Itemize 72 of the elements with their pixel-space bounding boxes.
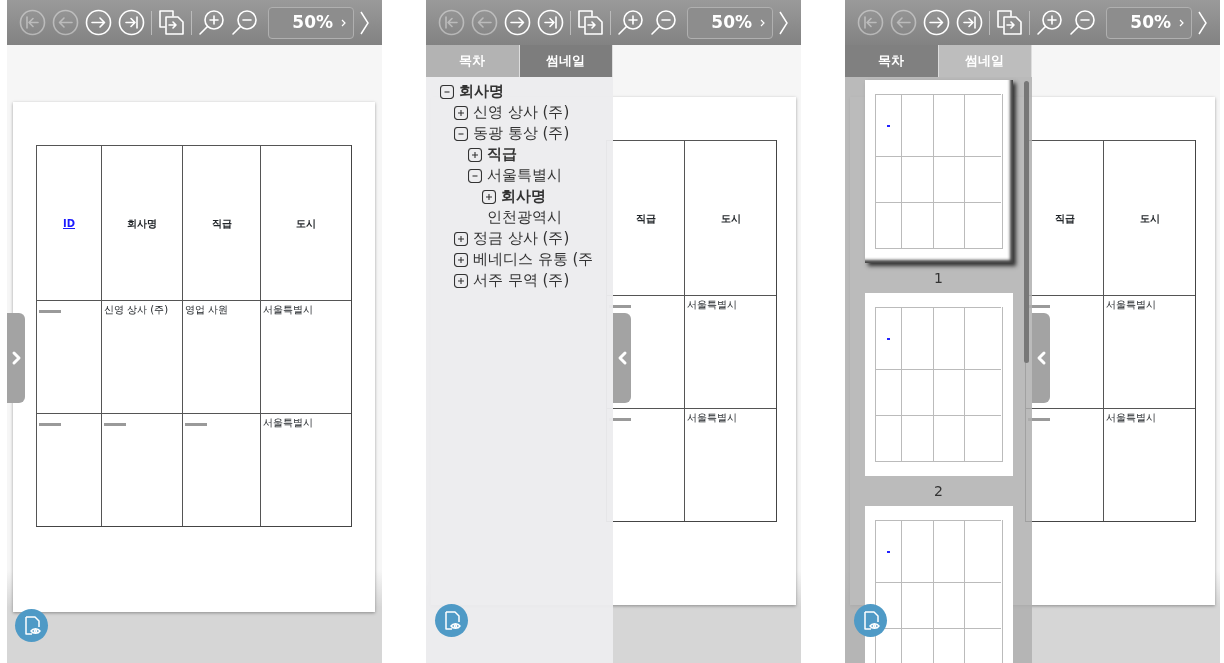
forward-arrow-button[interactable] xyxy=(85,9,112,36)
tree-item[interactable]: 정금 상사 (주) xyxy=(473,227,570,250)
expand-icon[interactable] xyxy=(454,231,468,246)
sidebar-tab[interactable]: 목차 xyxy=(845,45,939,77)
table-cell: 서울특별시 xyxy=(1106,412,1156,423)
column-header: 도시 xyxy=(1139,211,1160,226)
tree-item[interactable]: 서울특별시 xyxy=(487,164,562,187)
expand-icon[interactable] xyxy=(454,273,468,288)
page-number: 1 xyxy=(934,269,943,288)
document-export-button[interactable] xyxy=(158,9,185,36)
column-header-link[interactable]: ID xyxy=(63,215,75,231)
illegible-text xyxy=(39,423,61,426)
collapse-icon[interactable] xyxy=(454,126,468,141)
column-header: 직급 xyxy=(211,216,232,231)
viewer-button[interactable] xyxy=(15,609,48,642)
caret-icon xyxy=(1179,18,1185,27)
document-export-button[interactable] xyxy=(577,9,604,36)
zoom-in-button[interactable] xyxy=(198,9,225,36)
column-header: 직급 xyxy=(635,211,656,226)
last-page-button[interactable] xyxy=(956,9,983,36)
zoom-out-button[interactable] xyxy=(1069,9,1096,36)
chevron-right-icon[interactable] xyxy=(779,10,788,35)
panel-toggle-handle[interactable] xyxy=(7,313,25,403)
column-header: 도시 xyxy=(720,211,741,226)
zoom-in-button[interactable] xyxy=(617,9,644,36)
document-export-button[interactable] xyxy=(996,9,1023,36)
tree-item[interactable]: 베네디스 유통 (주 xyxy=(473,248,594,271)
expand-icon[interactable] xyxy=(454,252,468,267)
column-header: 회사명 xyxy=(127,216,157,231)
forward-arrow-button[interactable] xyxy=(923,9,950,36)
tree-item[interactable]: 인천광역시 xyxy=(487,206,562,229)
table-cell: 서울특별시 xyxy=(687,412,737,423)
zoom-out-button[interactable] xyxy=(650,9,677,36)
panel-toggle-handle[interactable] xyxy=(613,313,631,403)
chevron-right-icon[interactable] xyxy=(1198,10,1207,35)
page-thumbnail[interactable] xyxy=(864,80,1013,263)
column-header: 직급 xyxy=(1054,211,1075,226)
page-number: 2 xyxy=(934,482,943,501)
tree-item[interactable]: 직급 xyxy=(487,143,517,166)
panel-toggle-handle[interactable] xyxy=(1032,313,1050,403)
illegible-text xyxy=(104,423,126,426)
illegible-text xyxy=(185,423,207,426)
table-cell: 서울특별시 xyxy=(1106,299,1156,310)
page-thumbnail[interactable] xyxy=(864,506,1013,663)
forward-arrow-button[interactable] xyxy=(504,9,531,36)
tree-item[interactable]: 동광 통상 (주) xyxy=(473,122,570,145)
column-header: 도시 xyxy=(296,216,316,231)
tree-item[interactable]: 신영 상사 (주) xyxy=(473,101,570,124)
chevron-right-icon[interactable] xyxy=(360,10,369,35)
zoom-out-button[interactable] xyxy=(231,9,258,36)
expand-icon[interactable] xyxy=(468,147,482,162)
expand-icon[interactable] xyxy=(482,189,496,204)
sidebar-tab[interactable]: 썸네일 xyxy=(519,45,613,77)
table-cell: 서울특별시 xyxy=(263,304,313,315)
illegible-text xyxy=(39,310,61,313)
expand-icon[interactable] xyxy=(454,105,468,120)
scrollbar[interactable] xyxy=(1024,81,1029,363)
caret-icon xyxy=(341,18,347,27)
collapse-icon[interactable] xyxy=(468,168,482,183)
tree-item[interactable]: 회사명 xyxy=(459,80,504,103)
table-cell: 영업 사원 xyxy=(185,304,229,315)
zoom-in-button[interactable] xyxy=(1036,9,1063,36)
tree-item[interactable]: 서주 무역 (주) xyxy=(473,269,570,292)
tree-item[interactable]: 회사명 xyxy=(501,185,546,208)
table-cell: 서울특별시 xyxy=(687,299,737,310)
caret-icon xyxy=(760,18,766,27)
table-cell: 신영 상사 (주) xyxy=(104,304,169,315)
collapse-icon[interactable] xyxy=(440,84,454,99)
last-page-button[interactable] xyxy=(537,9,564,36)
page-thumbnail[interactable] xyxy=(864,293,1013,476)
table-cell: 서울특별시 xyxy=(263,417,313,428)
last-page-button[interactable] xyxy=(118,9,145,36)
